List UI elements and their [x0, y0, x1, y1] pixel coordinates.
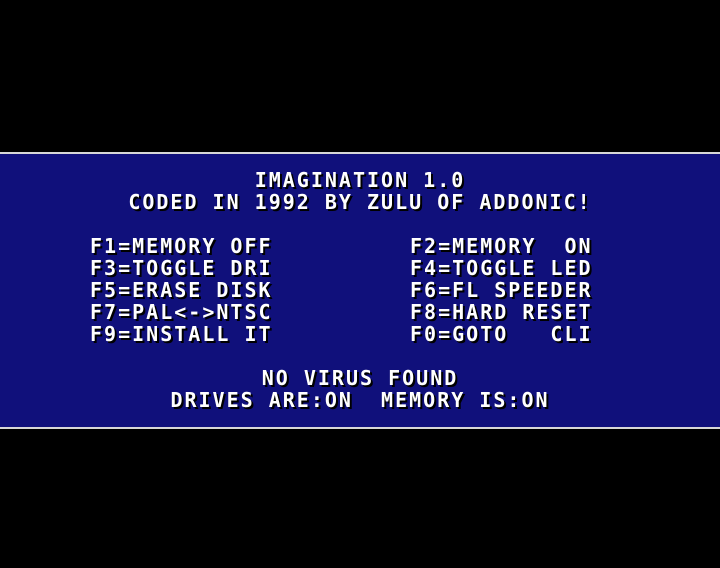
- menu-option-f7[interactable]: F7=PAL<->NTSC: [90, 301, 273, 323]
- menu-option-f5[interactable]: F5=ERASE DISK: [90, 279, 273, 301]
- virus-status: NO VIRUS FOUND: [261, 366, 459, 390]
- menu-option-f0[interactable]: F0=GOTO CLI: [410, 323, 593, 345]
- menu-option-f6[interactable]: F6=FL SPEEDER: [410, 279, 593, 301]
- menu-option-f8[interactable]: F8=HARD RESET: [410, 301, 593, 323]
- app-title: IMAGINATION 1.0: [254, 168, 466, 192]
- menu-option-f3[interactable]: F3=TOGGLE DRI: [90, 257, 273, 279]
- menu-option-f9[interactable]: F9=INSTALL IT: [90, 323, 273, 345]
- menu-option-f1[interactable]: F1=MEMORY OFF: [90, 235, 273, 257]
- credits-line: CODED IN 1992 BY ZULU OF ADDONIC!: [128, 190, 592, 214]
- virus-killer-panel: IMAGINATION 1.0 CODED IN 1992 BY ZULU OF…: [0, 152, 720, 429]
- screen: IMAGINATION 1.0 CODED IN 1992 BY ZULU OF…: [0, 0, 720, 568]
- menu-option-f4[interactable]: F4=TOGGLE LED: [410, 257, 593, 279]
- menu-option-f2[interactable]: F2=MEMORY ON: [410, 235, 593, 257]
- drives-memory-status: DRIVES ARE:ON MEMORY IS:ON: [170, 388, 550, 412]
